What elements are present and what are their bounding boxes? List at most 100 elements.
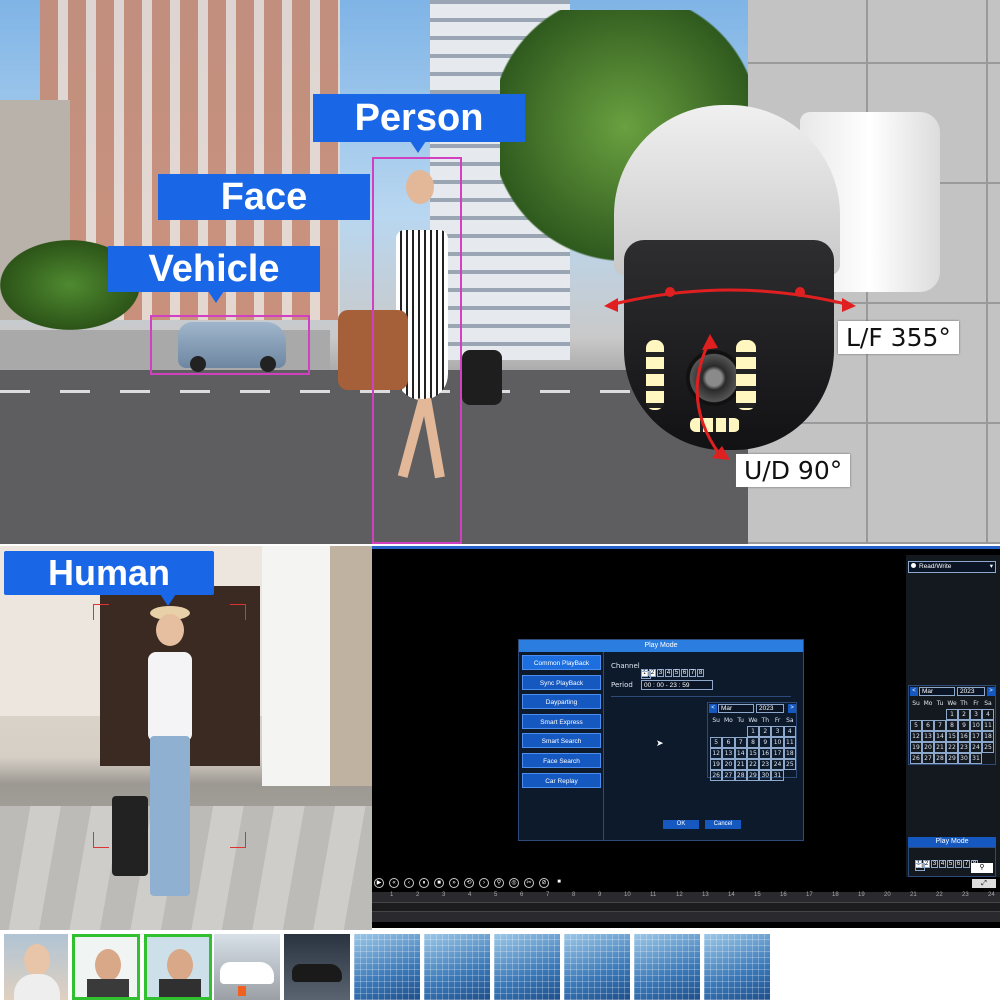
fast-forward-icon[interactable]: »: [449, 878, 459, 888]
step-back-icon[interactable]: ‹: [404, 878, 414, 888]
dialog-month-select[interactable]: Mar: [718, 704, 754, 713]
calendar-day[interactable]: 7: [734, 737, 747, 748]
rewind-icon[interactable]: «: [389, 878, 399, 888]
calendar-day[interactable]: 30: [759, 770, 772, 781]
pause-icon[interactable]: ⏸: [419, 878, 429, 888]
calendar-day[interactable]: 5: [710, 737, 723, 748]
calendar-day[interactable]: 16: [759, 748, 772, 759]
calendar-day[interactable]: 22: [946, 742, 958, 753]
calendar-day[interactable]: 30: [958, 753, 970, 764]
calendar-day[interactable]: 27: [922, 753, 934, 764]
calendar-day[interactable]: 6: [722, 737, 735, 748]
calendar-day[interactable]: 13: [722, 748, 735, 759]
calendar-day[interactable]: 26: [710, 770, 723, 781]
storage-mode-select[interactable]: Read/Write ▾: [908, 561, 996, 573]
calendar-day[interactable]: 12: [710, 748, 723, 759]
calendar-day[interactable]: 11: [982, 720, 994, 731]
delete-icon[interactable]: ⊘: [539, 878, 549, 888]
menu-item-common-playback[interactable]: Common PlayBack: [522, 655, 601, 670]
channel-checkbox-7[interactable]: 7: [963, 860, 970, 868]
calendar-day[interactable]: 16: [958, 731, 970, 742]
calendar-day[interactable]: 11: [783, 737, 796, 748]
play-icon[interactable]: ▶: [374, 878, 384, 888]
channel-checkbox-4[interactable]: 4: [939, 860, 946, 868]
dialog-prev-month-button[interactable]: <: [709, 704, 717, 713]
calendar-day[interactable]: 20: [922, 742, 934, 753]
calendar-day[interactable]: 4: [982, 709, 994, 720]
calendar-day[interactable]: 18: [982, 731, 994, 742]
channel-checkbox-6[interactable]: 6: [955, 860, 962, 868]
calendar-day[interactable]: 14: [734, 748, 747, 759]
calendar-day[interactable]: 10: [970, 720, 982, 731]
calendar-day[interactable]: 17: [970, 731, 982, 742]
channel-checkbox-3[interactable]: 3: [931, 860, 938, 868]
calendar-day[interactable]: 19: [910, 742, 922, 753]
calendar-day[interactable]: 2: [759, 726, 772, 737]
side-year-select[interactable]: 2023: [957, 687, 985, 696]
calendar-day[interactable]: 9: [759, 737, 772, 748]
snapshot-icon[interactable]: ◎: [509, 878, 519, 888]
calendar-day[interactable]: 19: [710, 759, 723, 770]
stop-square-icon[interactable]: ■: [554, 878, 564, 888]
calendar-day[interactable]: 15: [946, 731, 958, 742]
dialog-year-select[interactable]: 2023: [756, 704, 784, 713]
calendar-day[interactable]: 22: [746, 759, 760, 770]
channel-checkbox-5[interactable]: 5: [673, 669, 680, 677]
fullscreen-button[interactable]: ⤢: [972, 879, 996, 888]
channel-checkbox-4[interactable]: 4: [665, 669, 672, 677]
side-all-channels[interactable]: All: [915, 863, 925, 871]
calendar-day[interactable]: 5: [910, 720, 922, 731]
search-button[interactable]: ⚲: [971, 863, 993, 873]
menu-item-face-search[interactable]: Face Search: [522, 753, 601, 768]
calendar-day[interactable]: 31: [970, 753, 982, 764]
calendar-day[interactable]: 20: [722, 759, 735, 770]
channel-checkbox-5[interactable]: 5: [947, 860, 954, 868]
ok-button[interactable]: OK: [663, 820, 699, 829]
cut-icon[interactable]: ✂: [524, 878, 534, 888]
calendar-day[interactable]: 8: [946, 720, 958, 731]
calendar-day[interactable]: 29: [946, 753, 958, 764]
calendar-day[interactable]: 8: [746, 737, 760, 748]
calendar-day[interactable]: 17: [771, 748, 784, 759]
calendar-day[interactable]: 6: [922, 720, 934, 731]
calendar-day[interactable]: 15: [746, 748, 760, 759]
calendar-day[interactable]: 7: [934, 720, 946, 731]
calendar-day[interactable]: 29: [746, 770, 760, 781]
stop-icon[interactable]: ■: [434, 878, 444, 888]
next-frame-icon[interactable]: ›: [479, 878, 489, 888]
cancel-button[interactable]: Cancel: [705, 820, 741, 829]
dialog-next-month-button[interactable]: >: [788, 704, 796, 713]
calendar-day[interactable]: 28: [734, 770, 747, 781]
calendar-day[interactable]: 13: [922, 731, 934, 742]
menu-item-dayparting[interactable]: Dayparting: [522, 694, 601, 710]
calendar-day[interactable]: 21: [734, 759, 747, 770]
calendar-day[interactable]: 23: [958, 742, 970, 753]
calendar-day[interactable]: 12: [910, 731, 922, 742]
calendar-day[interactable]: 1: [946, 709, 958, 720]
calendar-day[interactable]: 28: [934, 753, 946, 764]
menu-item-sync-playback[interactable]: Sync PlayBack: [522, 674, 601, 690]
calendar-day[interactable]: 27: [722, 770, 735, 781]
calendar-day[interactable]: 10: [771, 737, 784, 748]
calendar-day[interactable]: 24: [771, 759, 784, 770]
side-month-select[interactable]: Mar: [919, 687, 955, 696]
timeline[interactable]: 1 2 3 4 5 6 7 8 9 10 11 12 13 14 15 16 17 18 19 20 21 22 23 24: [372, 892, 1000, 922]
calendar-day[interactable]: 2: [958, 709, 970, 720]
calendar-day[interactable]: 26: [910, 753, 922, 764]
channel-checkbox-3[interactable]: 3: [657, 669, 664, 677]
calendar-day[interactable]: 25: [783, 759, 796, 770]
calendar-day[interactable]: 14: [934, 731, 946, 742]
calendar-day[interactable]: 23: [759, 759, 772, 770]
next-month-button[interactable]: >: [987, 687, 995, 696]
slow-icon[interactable]: ⟲: [464, 878, 474, 888]
calendar-day[interactable]: 24: [970, 742, 982, 753]
calendar-day[interactable]: 21: [934, 742, 946, 753]
channel-checkbox-6[interactable]: 6: [681, 669, 688, 677]
calendar-day[interactable]: 9: [958, 720, 970, 731]
calendar-day[interactable]: 31: [771, 770, 784, 781]
period-input[interactable]: 00 : 00 - 23 : 59: [641, 680, 713, 690]
search-icon[interactable]: ⚲: [494, 878, 504, 888]
all-channels-checkbox[interactable]: All: [641, 671, 651, 679]
channel-checkbox-7[interactable]: 7: [689, 669, 696, 677]
calendar-day[interactable]: 3: [970, 709, 982, 720]
